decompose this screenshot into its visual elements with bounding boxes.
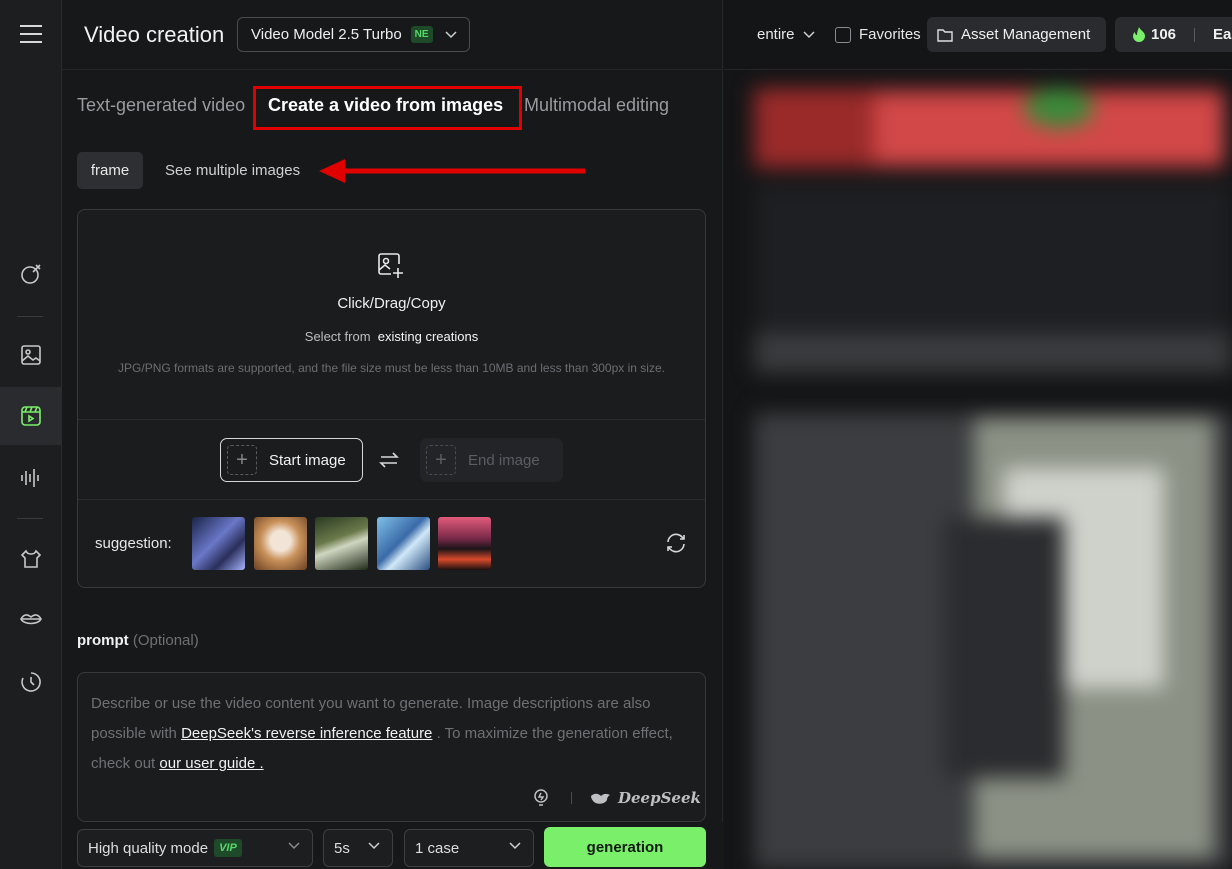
chevron-down-icon (288, 842, 300, 850)
model-dropdown[interactable]: Video Model 2.5 Turbo NE (237, 17, 470, 52)
chevron-down-icon (803, 30, 815, 38)
tab-text-video[interactable]: Text-generated video (77, 95, 245, 116)
lips-icon[interactable] (0, 591, 62, 649)
duration-select[interactable]: 5s (323, 829, 393, 867)
earn-label: Ea (1213, 26, 1232, 43)
suggestion-thumb[interactable] (438, 517, 491, 570)
vip-badge: VIP (214, 839, 242, 857)
start-image-label: Start image (269, 451, 346, 469)
flame-icon (1133, 27, 1145, 42)
points-count: 106 (1151, 26, 1177, 43)
results-toolbar: entire Favorites Asset Management 106 Ea (724, 0, 1232, 70)
user-guide-link[interactable]: our user guide . (159, 755, 263, 772)
creation-panel: Video creation Video Model 2.5 Turbo NE … (62, 0, 723, 869)
image-icon[interactable] (0, 326, 62, 384)
chevron-down-icon (368, 842, 380, 850)
preview-image (944, 518, 1064, 778)
model-label: Video Model 2.5 Turbo (251, 26, 402, 43)
asset-management-label: Asset Management (961, 26, 1091, 43)
prompt-title: prompt (77, 632, 129, 649)
divider (78, 499, 705, 500)
divider (1194, 27, 1196, 42)
menu-icon[interactable] (0, 5, 62, 63)
swap-icon[interactable] (379, 450, 399, 470)
select-prefix: Select from (304, 329, 371, 344)
filter-dropdown[interactable]: entire (757, 26, 815, 43)
rail-divider (17, 518, 43, 519)
favorites-toggle[interactable]: Favorites (835, 26, 921, 43)
deepseek-whale-icon (591, 793, 610, 804)
results-panel: entire Favorites Asset Management 106 Ea (724, 0, 1232, 869)
suggestion-label: suggestion: (95, 535, 172, 552)
preview-text (754, 333, 1232, 373)
red-arrow-annotation (319, 159, 585, 183)
chevron-down-icon (445, 30, 457, 38)
asset-management-button[interactable]: Asset Management (927, 17, 1106, 52)
end-image-label: End image (468, 451, 540, 469)
points-button[interactable]: 106 Ea (1115, 17, 1232, 52)
rail-divider (17, 316, 43, 317)
optional-label: (Optional) (132, 632, 199, 649)
prompt-placeholder: Describe or use the video content you wa… (91, 689, 693, 779)
favorites-checkbox[interactable] (835, 26, 851, 43)
add-image-icon (378, 253, 403, 278)
subtab-multiple-images[interactable]: See multiple images (165, 152, 300, 189)
prompt-label: prompt (Optional) (77, 632, 199, 649)
quality-mode-label: High quality mode (88, 839, 209, 857)
lightbulb-icon[interactable] (533, 789, 549, 807)
divider (78, 419, 705, 420)
preview-row (754, 183, 1232, 353)
filter-label: entire (757, 26, 795, 43)
count-select[interactable]: 1 case (404, 829, 534, 867)
history-icon[interactable] (0, 653, 62, 711)
chevron-down-icon (509, 842, 521, 850)
generation-bar: High quality mode VIP 5s 1 case generati… (62, 822, 723, 869)
deepseek-label[interactable]: DeepSeek (618, 789, 701, 807)
end-image-button[interactable]: + End image (420, 438, 563, 482)
shirt-icon[interactable] (0, 530, 62, 588)
favorites-label: Favorites (859, 26, 921, 43)
plus-icon: + (426, 445, 456, 475)
header: Video creation Video Model 2.5 Turbo NE (62, 0, 723, 70)
side-rail (0, 0, 62, 869)
refresh-icon[interactable] (665, 532, 687, 554)
magic-brush-icon[interactable] (0, 245, 62, 303)
suggestion-thumb[interactable] (315, 517, 368, 570)
preview-shape (1024, 88, 1094, 128)
reverse-inference-link[interactable]: DeepSeek's reverse inference feature (181, 725, 432, 742)
upload-hint: JPG/PNG formats are supported, and the f… (118, 361, 665, 375)
highlight-box (253, 86, 522, 130)
count-label: 1 case (415, 839, 460, 857)
tab-multimodal[interactable]: Multimodal editing (524, 95, 669, 116)
video-icon[interactable] (0, 387, 62, 445)
plus-icon: + (227, 445, 257, 475)
upload-area[interactable]: Click/Drag/Copy Select from existing cre… (77, 209, 706, 588)
prompt-input[interactable]: Describe or use the video content you wa… (77, 672, 706, 822)
generate-button[interactable]: generation (544, 827, 706, 867)
audio-icon[interactable] (0, 449, 62, 507)
start-image-button[interactable]: + Start image (220, 438, 363, 482)
upload-title: Click/Drag/Copy (337, 295, 446, 312)
existing-creations-link[interactable]: existing creations (378, 329, 478, 344)
prompt-tools: DeepSeek (533, 789, 701, 807)
blurred-results-preview (754, 88, 1232, 869)
suggestion-thumb[interactable] (377, 517, 430, 570)
subtab-frame[interactable]: frame (77, 152, 143, 189)
select-from-text: Select from existing creations (78, 329, 705, 344)
suggestion-thumb[interactable] (254, 517, 307, 570)
suggestion-thumb[interactable] (192, 517, 245, 570)
page-title: Video creation (84, 22, 225, 47)
new-badge: NE (410, 26, 433, 43)
divider (571, 792, 572, 804)
quality-mode-select[interactable]: High quality mode VIP (77, 829, 313, 867)
duration-label: 5s (334, 839, 350, 857)
folder-icon (937, 28, 953, 42)
